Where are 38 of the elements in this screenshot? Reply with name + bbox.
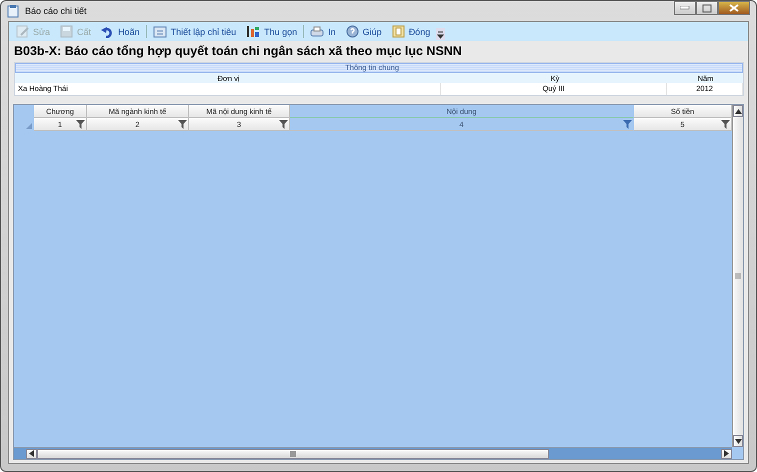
toolbar-button[interactable]: In bbox=[306, 26, 340, 38]
maximize-button[interactable] bbox=[696, 1, 718, 15]
corner-icon bbox=[26, 123, 32, 129]
toolbar-button[interactable]: Giúp bbox=[342, 25, 386, 38]
scroll-down-icon[interactable] bbox=[734, 438, 742, 444]
printer-icon bbox=[310, 26, 324, 38]
document-icon bbox=[7, 4, 19, 18]
report-heading: B03b-X: Báo cáo tổng hợp quyết toán chi ngân sách xã theo mục lục NSNN bbox=[14, 44, 463, 58]
floppy-icon bbox=[60, 25, 74, 38]
exit-icon bbox=[392, 25, 405, 38]
close-icon bbox=[729, 4, 739, 12]
filter-icon[interactable] bbox=[178, 120, 187, 129]
toolbar-button[interactable]: Hoãn bbox=[97, 25, 144, 38]
window-title: Báo cáo chi tiết bbox=[25, 6, 87, 16]
scroll-right-icon[interactable] bbox=[724, 450, 729, 457]
maximize-icon bbox=[702, 4, 712, 12]
filter-icon[interactable] bbox=[721, 120, 730, 129]
scroll-left-icon[interactable] bbox=[29, 450, 34, 457]
chart-icon bbox=[246, 25, 260, 38]
help-icon bbox=[346, 25, 359, 38]
minimize-button[interactable] bbox=[674, 1, 696, 15]
table-icon bbox=[152, 26, 167, 38]
vertical-scrollbar[interactable] bbox=[732, 105, 743, 447]
filter-icon[interactable] bbox=[623, 120, 632, 129]
overflow-button[interactable] bbox=[436, 28, 446, 40]
toolbar-button[interactable]: Đóng bbox=[388, 25, 434, 38]
minimize-icon bbox=[680, 6, 690, 10]
toolbar-button[interactable]: Thu gọn bbox=[242, 25, 302, 38]
grip-icon[interactable] bbox=[735, 273, 741, 279]
undo-icon bbox=[101, 25, 114, 38]
grip-icon[interactable] bbox=[290, 450, 296, 456]
pencil-icon bbox=[16, 25, 29, 38]
filter-icon[interactable] bbox=[279, 120, 288, 129]
toolbar-button[interactable]: Thiết lập chỉ tiêu bbox=[148, 26, 240, 38]
close-button[interactable] bbox=[718, 1, 750, 15]
horizontal-scrollbar[interactable] bbox=[14, 447, 732, 459]
filter-icon[interactable] bbox=[76, 120, 85, 129]
scroll-up-icon[interactable] bbox=[734, 108, 742, 114]
